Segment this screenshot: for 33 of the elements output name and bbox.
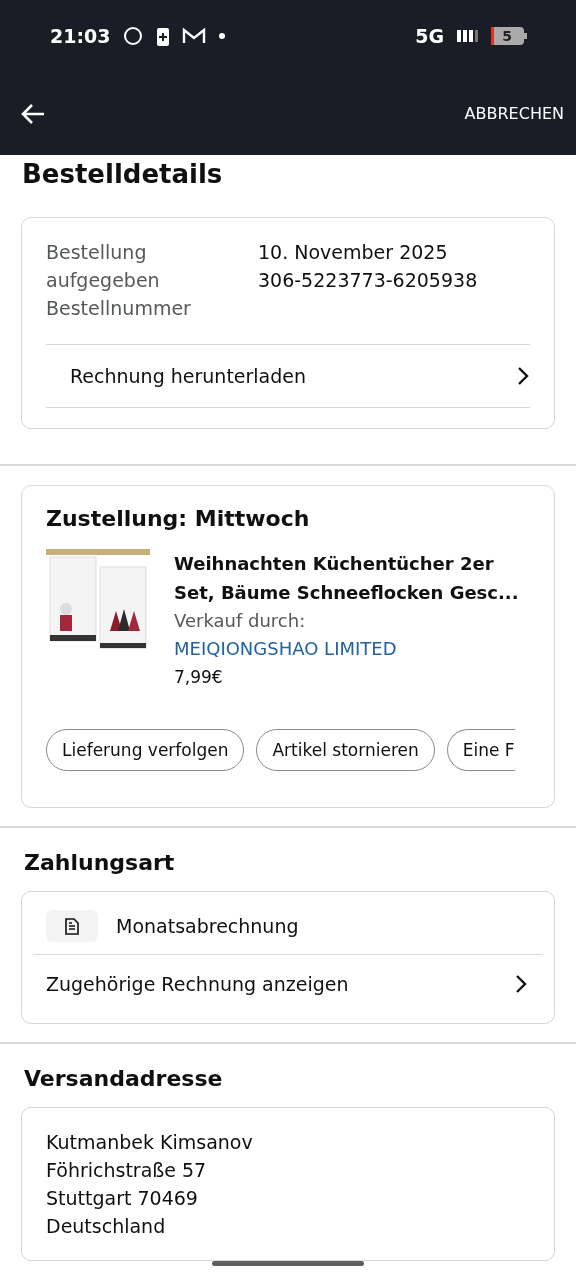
payment-heading: Zahlungsart [24, 850, 176, 875]
mail-icon [182, 27, 207, 45]
item-title[interactable]: Weihnachten Küchentücher 2er Set, Bäume Schneeflocken Gesc... [174, 549, 530, 607]
network-label: 5G [415, 25, 444, 47]
chevron-right-icon [514, 974, 528, 994]
address-line: Stuttgart 70469 [46, 1186, 199, 1211]
cancel-button[interactable]: ABBRECHEN [464, 100, 564, 127]
item-price: 7,99€ [174, 666, 224, 689]
address-line: Deutschland [46, 1214, 167, 1239]
status-time: 21:03 [50, 25, 111, 47]
battery-icon [156, 25, 171, 47]
action-chip[interactable]: Eine F [446, 729, 515, 771]
address-line: Föhrichstraße 57 [46, 1158, 208, 1183]
action-chip[interactable]: Lieferung verfolgen [46, 729, 245, 771]
signal-icon [456, 28, 478, 44]
action-chip[interactable]: Artikel stornieren [256, 729, 435, 771]
order-label: aufgegeben [46, 268, 161, 293]
delivery-heading: Zustellung: Mittwoch [46, 506, 311, 531]
payment-method: Monatsabrechnung [116, 915, 299, 937]
page-title: Bestelldetails [22, 159, 224, 191]
dot-icon [218, 32, 227, 40]
order-value: 306-5223773-6205938 [258, 268, 479, 293]
address-line: Kutmanbek Kimsanov [46, 1130, 254, 1155]
order-value: 10. November 2025 [258, 240, 449, 265]
shipping-heading: Versandadresse [24, 1066, 224, 1091]
download-invoice-link[interactable]: Rechnung herunterladen [46, 344, 530, 408]
document-icon [46, 910, 98, 942]
related-invoice-link[interactable]: Zugehörige Rechnung anzeigen [22, 955, 554, 1023]
seller-label: Verkauf durch: [174, 610, 306, 631]
order-label: Bestellung [46, 240, 148, 265]
seller-link[interactable]: MEIQIONGSHAO LIMITED [174, 635, 397, 663]
order-label: Bestellnummer [46, 296, 192, 321]
chevron-right-icon [516, 366, 530, 386]
